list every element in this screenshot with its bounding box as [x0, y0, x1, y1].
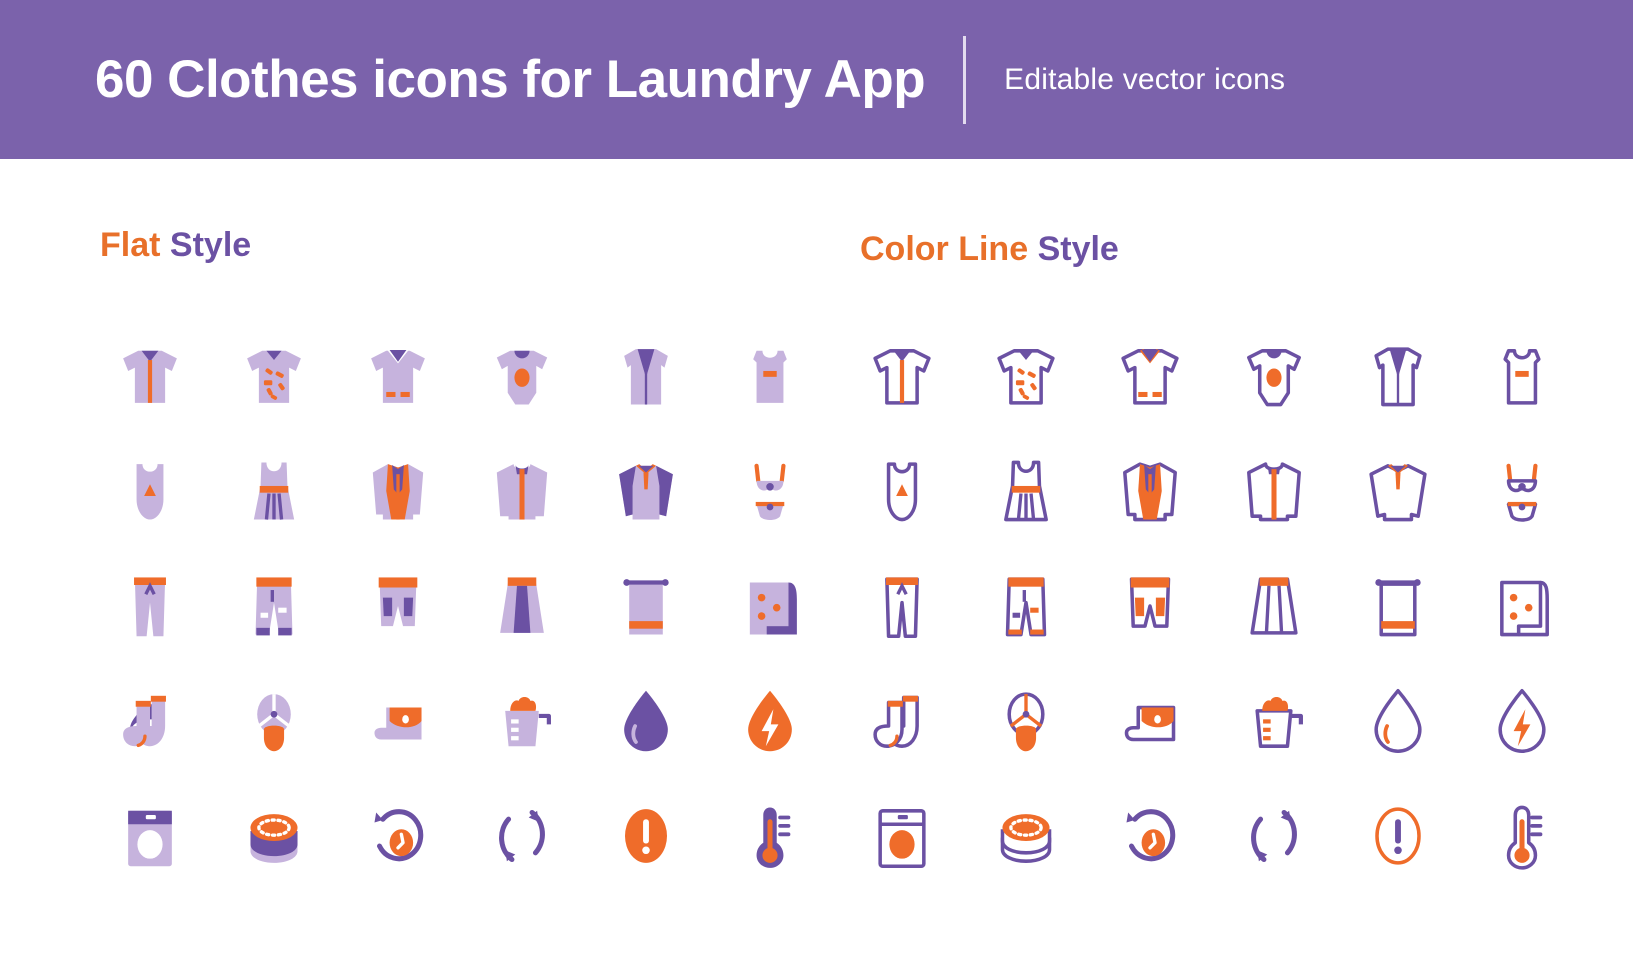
measuring-cup-icon[interactable] — [464, 663, 580, 778]
dirty-shirt-icon[interactable] — [968, 318, 1084, 433]
shorts-icon[interactable] — [1092, 548, 1208, 663]
vest-icon[interactable] — [1340, 318, 1456, 433]
thermometer-icon[interactable] — [1464, 778, 1580, 893]
measuring-cup-icon[interactable] — [1216, 663, 1332, 778]
sweater-icon[interactable] — [588, 433, 704, 548]
polo-shirt-icon[interactable] — [1092, 318, 1208, 433]
vest-icon[interactable] — [588, 318, 704, 433]
icon-grid-line — [844, 318, 1580, 893]
icon-set-page: 60 Clothes icons for Laundry App Editabl… — [0, 0, 1633, 980]
clothes-peg-icon[interactable] — [216, 663, 332, 778]
page-title: 60 Clothes icons for Laundry App — [95, 50, 926, 109]
sweater-icon[interactable] — [1340, 433, 1456, 548]
pants-icon[interactable] — [92, 548, 208, 663]
cargo-pants-icon[interactable] — [216, 548, 332, 663]
water-drop-icon[interactable] — [1340, 663, 1456, 778]
warning-icon[interactable] — [1340, 778, 1456, 893]
pants-icon[interactable] — [844, 548, 960, 663]
socks-icon[interactable] — [92, 663, 208, 778]
section-title-flat-part2: Style — [169, 226, 252, 264]
section-title-line: Color Line Style — [860, 230, 1119, 269]
detergent-pod-icon[interactable] — [968, 778, 1084, 893]
detergent-box-icon[interactable] — [1092, 663, 1208, 778]
baby-onesie-icon[interactable] — [464, 318, 580, 433]
skirt-icon[interactable] — [464, 548, 580, 663]
blazer-icon[interactable] — [1092, 433, 1208, 548]
blanket-icon[interactable] — [712, 548, 828, 663]
warning-icon[interactable] — [588, 778, 704, 893]
t-shirt-icon[interactable] — [92, 318, 208, 433]
towel-icon[interactable] — [1340, 548, 1456, 663]
detergent-box-icon[interactable] — [340, 663, 456, 778]
energy-drop-icon[interactable] — [1464, 663, 1580, 778]
skirt-icon[interactable] — [1216, 548, 1332, 663]
swimsuit-icon[interactable] — [92, 433, 208, 548]
polo-shirt-icon[interactable] — [340, 318, 456, 433]
dirty-shirt-icon[interactable] — [216, 318, 332, 433]
page-header: 60 Clothes icons for Laundry App Editabl… — [0, 0, 1633, 159]
tank-top-icon[interactable] — [1464, 318, 1580, 433]
icon-grid-flat — [92, 318, 828, 893]
timer-icon[interactable] — [340, 778, 456, 893]
blazer-icon[interactable] — [340, 433, 456, 548]
clothes-peg-icon[interactable] — [968, 663, 1084, 778]
blanket-icon[interactable] — [1464, 548, 1580, 663]
dress-icon[interactable] — [968, 433, 1084, 548]
shorts-icon[interactable] — [340, 548, 456, 663]
washing-machine-icon[interactable] — [92, 778, 208, 893]
washing-machine-icon[interactable] — [844, 778, 960, 893]
timer-icon[interactable] — [1092, 778, 1208, 893]
section-title-flat: Flat Style — [100, 226, 251, 265]
jacket-icon[interactable] — [1216, 433, 1332, 548]
energy-drop-icon[interactable] — [712, 663, 828, 778]
detergent-pod-icon[interactable] — [216, 778, 332, 893]
swimsuit-icon[interactable] — [844, 433, 960, 548]
tank-top-icon[interactable] — [712, 318, 828, 433]
cargo-pants-icon[interactable] — [968, 548, 1084, 663]
section-title-line-part2: Style — [1037, 230, 1119, 268]
header-subtitle: Editable vector icons — [1004, 62, 1286, 96]
thermometer-icon[interactable] — [712, 778, 828, 893]
water-drop-icon[interactable] — [588, 663, 704, 778]
dress-icon[interactable] — [216, 433, 332, 548]
t-shirt-icon[interactable] — [844, 318, 960, 433]
towel-icon[interactable] — [588, 548, 704, 663]
jacket-icon[interactable] — [464, 433, 580, 548]
socks-icon[interactable] — [844, 663, 960, 778]
bikini-icon[interactable] — [712, 433, 828, 548]
section-title-flat-part1: Flat — [100, 226, 170, 264]
header-divider — [963, 35, 967, 124]
refresh-cycle-icon[interactable] — [464, 778, 580, 893]
baby-onesie-icon[interactable] — [1216, 318, 1332, 433]
section-title-line-part1: Color Line — [860, 230, 1038, 268]
bikini-icon[interactable] — [1464, 433, 1580, 548]
refresh-cycle-icon[interactable] — [1216, 778, 1332, 893]
